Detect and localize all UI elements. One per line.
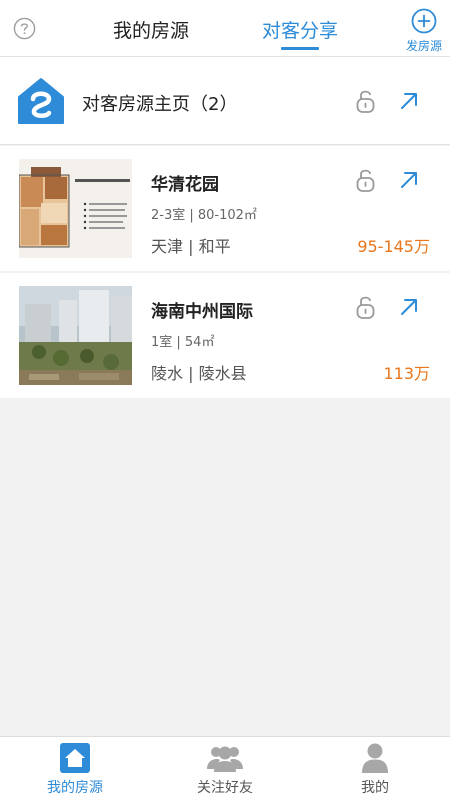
unlock-icon[interactable] [355,88,377,114]
listing-card[interactable]: 海南中州国际 1室 | 54㎡ 陵水 | 陵水县 113万 [0,273,450,398]
homepage-title: 对客房源主页（2） [82,94,238,115]
client-homepage-row[interactable]: 对客房源主页（2） [0,57,450,145]
share-arrow-icon[interactable] [399,170,419,190]
share-arrow-icon[interactable] [399,297,419,317]
tab-client-share[interactable]: 对客分享 [262,16,338,43]
listing-name: 华清花园 [151,175,219,195]
person-icon [362,743,388,773]
listing-name: 海南中州国际 [151,302,253,322]
post-listing-button[interactable]: 发房源 [404,8,444,54]
nav-label: 我的 [361,780,389,796]
nav-followed-friends[interactable]: 关注好友 [150,737,300,800]
unlock-icon[interactable] [355,167,377,193]
nav-label: 我的房源 [47,780,103,796]
friends-icon [207,746,243,772]
top-header: 我的房源 对客分享 发房源 [0,0,450,57]
building-photo-thumbnail [19,286,132,385]
active-tab-indicator [281,47,319,50]
listing-card[interactable]: 华清花园 2-3室 | 80-102㎡ 天津 | 和平 95-145万 [0,146,450,271]
plus-circle-icon [411,8,437,34]
nav-me[interactable]: 我的 [300,737,450,800]
listing-spec: 1室 | 54㎡ [151,335,215,350]
share-arrow-icon[interactable] [399,91,419,111]
house-icon [60,743,90,773]
listing-price: 113万 [383,364,430,383]
listing-price: 95-145万 [357,237,430,256]
help-icon[interactable] [13,17,36,40]
listing-location: 陵水 | 陵水县 [151,364,247,383]
listing-location: 天津 | 和平 [151,237,231,256]
house-logo-icon [18,78,64,124]
unlock-icon[interactable] [355,294,377,320]
tab-my-listings[interactable]: 我的房源 [113,16,189,43]
post-listing-label: 发房源 [405,39,442,53]
listing-spec: 2-3室 | 80-102㎡ [151,208,257,223]
nav-my-listings[interactable]: 我的房源 [0,737,150,800]
bottom-navigation: 我的房源 关注好友 我的 [0,736,450,800]
floorplan-thumbnail [19,159,132,258]
nav-label: 关注好友 [197,780,253,796]
